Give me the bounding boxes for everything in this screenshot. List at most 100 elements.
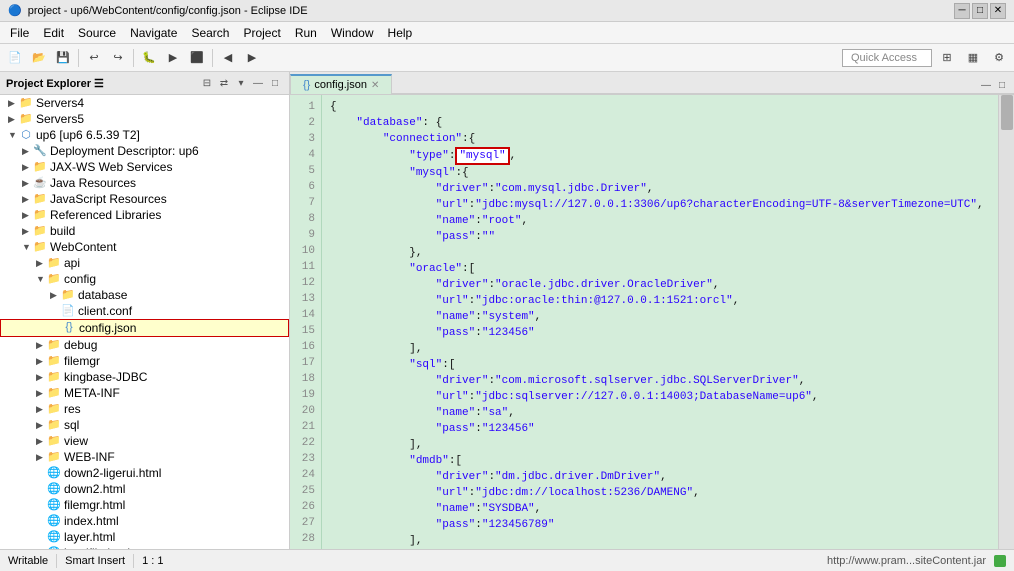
close-button[interactable]: ✕ (990, 3, 1006, 19)
menu-window[interactable]: Window (325, 24, 380, 42)
tree-item-res[interactable]: ▶ 📁 res (0, 401, 289, 417)
vertical-scrollbar[interactable] (1001, 95, 1013, 549)
menu-source[interactable]: Source (72, 24, 122, 42)
editor-scrollbar-area (998, 95, 1014, 549)
tree-item-config-json[interactable]: {} config.json (0, 319, 289, 337)
tree-item-filemgr-html[interactable]: 🌐 filemgr.html (0, 497, 289, 513)
menu-edit[interactable]: Edit (37, 24, 70, 42)
pe-link-button[interactable]: ⇄ (216, 75, 232, 91)
tree-item-web-inf[interactable]: ▶ 📁 WEB-INF (0, 449, 289, 465)
tree-item-view[interactable]: ▶ 📁 view (0, 433, 289, 449)
menu-navigate[interactable]: Navigate (124, 24, 183, 42)
forward-button[interactable]: ▶ (241, 47, 263, 69)
menu-search[interactable]: Search (185, 24, 235, 42)
html-icon: 🌐 (46, 482, 62, 496)
undo-button[interactable]: ↩ (83, 47, 105, 69)
tree-item-ref-libs[interactable]: ▶ 📁 Referenced Libraries (0, 207, 289, 223)
editor-tab-config-json[interactable]: {} config.json ✕ (290, 74, 392, 94)
tree-item-database[interactable]: ▶ 📁 database (0, 287, 289, 303)
editor-panel: {} config.json ✕ — □ 12345 678910 111213… (290, 72, 1014, 549)
settings-button[interactable]: ⚙ (988, 47, 1010, 69)
tree-item-debug[interactable]: ▶ 📁 debug (0, 337, 289, 353)
code-editor[interactable]: { "database": { "connection":{ "type":"m… (322, 95, 998, 549)
save-button[interactable]: 💾 (52, 47, 74, 69)
tree-arrow: ▶ (36, 420, 46, 431)
pe-minimize-button[interactable]: — (250, 75, 266, 91)
menu-project[interactable]: Project (237, 24, 286, 42)
tree-item-servers4[interactable]: ▶ 📁 Servers4 (0, 95, 289, 111)
tab-close-button[interactable]: ✕ (371, 80, 379, 91)
tree-item-webcontent[interactable]: ▼ 📁 WebContent (0, 239, 289, 255)
debug-button[interactable]: 🐛 (138, 47, 160, 69)
tree-arrow: ▶ (22, 210, 32, 221)
open-button[interactable]: 📂 (28, 47, 50, 69)
tree-item-down2[interactable]: 🌐 down2.html (0, 481, 289, 497)
tree-item-servers5[interactable]: ▶ 📁 Servers5 (0, 111, 289, 127)
json-icon: {} (61, 321, 77, 335)
back-button[interactable]: ◀ (217, 47, 239, 69)
html-icon: 🌐 (46, 546, 62, 549)
tree-item-meta-inf[interactable]: ▶ 📁 META-INF (0, 385, 289, 401)
tree-item-index[interactable]: 🌐 index.html (0, 513, 289, 529)
status-jar: http://www.pram...siteContent.jar (827, 555, 986, 567)
menu-bar: File Edit Source Navigate Search Project… (0, 22, 1014, 44)
tree-label: layer.html (64, 530, 115, 544)
quick-access-box[interactable]: Quick Access (842, 49, 932, 67)
editor-outer: 12345 678910 1112131415 1617181920 21222… (290, 95, 1014, 549)
title-bar-left: 🔵 project - up6/WebContent/config/config… (8, 4, 308, 17)
tree-label: localfile.html (64, 546, 130, 549)
new-button[interactable]: 📄 (4, 47, 26, 69)
tree-item-kingbase-jdbc[interactable]: ▶ 📁 kingbase-JDBC (0, 369, 289, 385)
tree-label: api (64, 256, 80, 270)
editor-tabs: {} config.json ✕ — □ (290, 72, 1014, 95)
pe-collapse-button[interactable]: ⊟ (199, 75, 215, 91)
tree-item-localfile[interactable]: 🌐 localfile.html (0, 545, 289, 549)
maximize-button[interactable]: □ (972, 3, 988, 19)
menu-help[interactable]: Help (382, 24, 419, 42)
toolbar-sep-1 (78, 49, 79, 67)
menu-run[interactable]: Run (289, 24, 323, 42)
tab-icon: {} (303, 79, 310, 91)
tree-item-config[interactable]: ▼ 📁 config (0, 271, 289, 287)
pe-maximize-button[interactable]: □ (267, 75, 283, 91)
editor-maximize-button[interactable]: □ (994, 77, 1010, 93)
tree-item-up6[interactable]: ▼ ⬡ up6 [up6 6.5.39 T2] (0, 127, 289, 143)
views-button[interactable]: ▦ (962, 47, 984, 69)
stop-button[interactable]: ⬛ (186, 47, 208, 69)
tree-label: config (64, 272, 96, 286)
run-button[interactable]: ▶ (162, 47, 184, 69)
tree-arrow: ▶ (8, 98, 18, 109)
tree-arrow: ▶ (22, 194, 32, 205)
tree-arrow: ▶ (8, 114, 18, 125)
tree-item-down2-ligerui[interactable]: 🌐 down2-ligerui.html (0, 465, 289, 481)
pe-menu-button[interactable]: ▾ (233, 75, 249, 91)
menu-file[interactable]: File (4, 24, 35, 42)
window-title: project - up6/WebContent/config/config.j… (28, 5, 308, 17)
tree-item-deployment[interactable]: ▶ 🔧 Deployment Descriptor: up6 (0, 143, 289, 159)
tree-item-js-resources[interactable]: ▶ 📁 JavaScript Resources (0, 191, 289, 207)
folder-icon: 📁 (46, 354, 62, 368)
tree-item-java-resources[interactable]: ▶ ☕ Java Resources (0, 175, 289, 191)
tree-item-layer[interactable]: 🌐 layer.html (0, 529, 289, 545)
tree-item-api[interactable]: ▶ 📁 api (0, 255, 289, 271)
perspectives-button[interactable]: ⊞ (936, 47, 958, 69)
folder-icon: 📁 (46, 450, 62, 464)
tree-label: filemgr.html (64, 498, 125, 512)
folder-icon: 📁 (46, 370, 62, 384)
tree-item-jaxws[interactable]: ▶ 📁 JAX-WS Web Services (0, 159, 289, 175)
tree-item-filemgr[interactable]: ▶ 📁 filemgr (0, 353, 289, 369)
line-numbers: 12345 678910 1112131415 1617181920 21222… (290, 95, 322, 549)
scroll-thumb[interactable] (1001, 95, 1013, 130)
tree-item-sql[interactable]: ▶ 📁 sql (0, 417, 289, 433)
minimize-button[interactable]: ─ (954, 3, 970, 19)
status-bar: Writable Smart Insert 1 : 1 http://www.p… (0, 549, 1014, 571)
tree-label: WebContent (50, 240, 117, 254)
tree-label: down2.html (64, 482, 125, 496)
tree-item-build[interactable]: ▶ 📁 build (0, 223, 289, 239)
editor-minimize-button[interactable]: — (978, 77, 994, 93)
tree-label: kingbase-JDBC (64, 370, 147, 384)
redo-button[interactable]: ↪ (107, 47, 129, 69)
folder-icon: 📁 (46, 272, 62, 286)
tree-arrow: ▶ (36, 404, 46, 415)
tree-item-client-conf[interactable]: 📄 client.conf (0, 303, 289, 319)
